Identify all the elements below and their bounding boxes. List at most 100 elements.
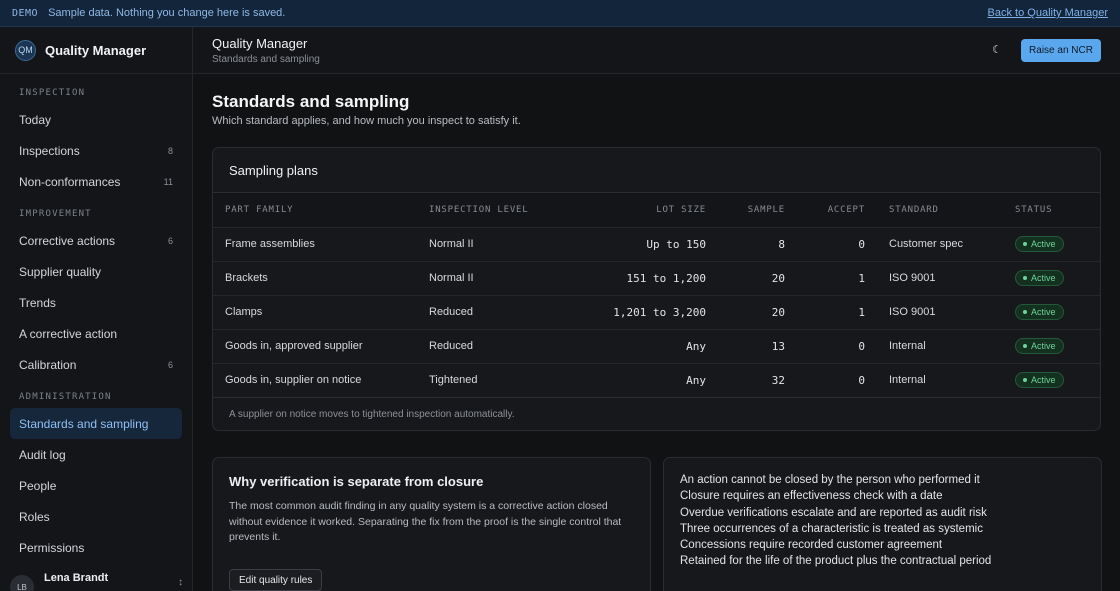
cell-lot: Any (563, 362, 718, 397)
column-header: INSPECTION LEVEL (417, 193, 563, 227)
table-row[interactable]: Clamps Reduced 1,201 to 3,200 20 1 ISO 9001 Ac… (213, 294, 1100, 329)
table-body: Frame assemblies Normal II Up to 150 8 0 Cust… (213, 226, 1100, 397)
cell-accept: 1 (797, 294, 877, 329)
sidebar-item-today[interactable]: Today (10, 104, 182, 135)
table-header-row: PART FAMILY INSPECTION LEVEL LOT SIZE SA… (213, 193, 1100, 227)
cell-level: Reduced (417, 328, 563, 363)
cell-part: Frame assemblies (213, 226, 417, 261)
cell-standard: Internal (877, 328, 1003, 363)
main-content: Standards and sampling Which standard ap… (193, 74, 1120, 591)
header-title: Quality Manager (212, 36, 308, 51)
status-badge: Active (1015, 304, 1064, 320)
sidebar-item-count: 11 (163, 176, 173, 187)
sidebar-item-count: 6 (167, 235, 173, 246)
quality-rule: Closure requires an effectiveness check … (680, 490, 943, 503)
cell-standard: ISO 9001 (877, 294, 1003, 329)
status-label: Active (1031, 239, 1056, 249)
demo-tag: DEMO (12, 7, 39, 19)
cell-lot: 151 to 1,200 (563, 260, 718, 295)
verification-card: Why verification is separate from closur… (212, 457, 651, 591)
page-title: Standards and sampling (212, 92, 410, 111)
status-dot-icon (1023, 378, 1027, 383)
cell-status: Active (1003, 362, 1100, 397)
top-header: Quality Manager Standards and sampling ☾… (193, 27, 1120, 74)
brand[interactable]: QM Quality Manager (0, 27, 192, 74)
moon-icon[interactable]: ☾ (990, 43, 1004, 57)
sidebar-item-label: Supplier quality (19, 264, 102, 279)
cell-accept: 0 (797, 226, 877, 261)
cell-part: Goods in, approved supplier (213, 328, 417, 363)
cell-sample: 20 (718, 260, 797, 295)
sidebar-item-people[interactable]: People (10, 470, 182, 501)
status-dot-icon (1023, 242, 1027, 246)
quality-rule: Retained for the life of the product plu… (680, 555, 992, 568)
verification-title: Why verification is separate from closur… (229, 474, 484, 489)
status-dot-icon (1023, 310, 1027, 314)
sidebar-nav: INSPECTION Today Inspections 8 Non-conforman… (0, 74, 192, 563)
status-badge: Active (1015, 236, 1064, 252)
status-badge: Active (1015, 270, 1064, 286)
cell-status: Active (1003, 260, 1100, 295)
page-subtitle: Which standard applies, and how much you… (212, 115, 521, 127)
cell-sample: 20 (718, 294, 797, 329)
cell-level: Normal II (417, 260, 563, 295)
sidebar-item-trends[interactable]: Trends (10, 287, 182, 318)
sidebar-item-label: Trends (19, 295, 56, 310)
status-dot-icon (1023, 344, 1027, 348)
cell-standard: ISO 9001 (877, 260, 1003, 295)
table-row[interactable]: Goods in, approved supplier Reduced Any 13 0… (213, 328, 1100, 363)
sidebar-item-count: 8 (167, 145, 173, 156)
column-header: ACCEPT (797, 193, 877, 227)
sampling-plans-table: PART FAMILY INSPECTION LEVEL LOT SIZE SA… (213, 193, 1100, 397)
sidebar-item-permissions[interactable]: Permissions (10, 532, 182, 563)
quality-rules-card: An action cannot be closed by the person… (663, 457, 1102, 591)
sidebar-item-count: 6 (167, 359, 173, 370)
sidebar-item-label: Audit log (19, 447, 66, 462)
cell-accept: 0 (797, 362, 877, 397)
table-row[interactable]: Brackets Normal II 151 to 1,200 20 1 ISO 9001… (213, 260, 1100, 295)
sidebar-item-standards-and-sampling[interactable]: Standards and sampling (10, 408, 182, 439)
status-label: Active (1031, 273, 1056, 283)
cell-status: Active (1003, 294, 1100, 329)
table-row[interactable]: Goods in, supplier on notice Tightened Any… (213, 362, 1100, 397)
sidebar-item-label: People (19, 478, 57, 493)
cell-part: Goods in, supplier on notice (213, 362, 417, 397)
cell-part: Brackets (213, 260, 417, 295)
cell-level: Reduced (417, 294, 563, 329)
raise-ncr-button[interactable]: Raise an NCR (1021, 39, 1101, 62)
demo-banner: DEMO Sample data. Nothing you change her… (0, 0, 1120, 27)
sidebar-item-a-corrective-action[interactable]: A corrective action (10, 318, 182, 349)
sidebar-item-supplier-quality[interactable]: Supplier quality (10, 256, 182, 287)
nav-section-title: ADMINISTRATION (19, 392, 112, 402)
sidebar-item-corrective-actions[interactable]: Corrective actions 6 (10, 225, 182, 256)
sidebar-item-audit-log[interactable]: Audit log (10, 439, 182, 470)
brand-name: Quality Manager (45, 42, 147, 58)
sidebar-item-calibration[interactable]: Calibration 6 (10, 349, 182, 380)
status-label: Active (1031, 307, 1056, 317)
cell-level: Tightened (417, 362, 563, 397)
sidebar-item-roles[interactable]: Roles (10, 501, 182, 532)
sidebar-item-non-conformances[interactable]: Non-conformances 11 (10, 166, 182, 197)
sidebar-item-label: Corrective actions (19, 233, 116, 248)
cell-accept: 0 (797, 328, 877, 363)
table-row[interactable]: Frame assemblies Normal II Up to 150 8 0 Cust… (213, 226, 1100, 261)
cell-standard: Customer spec (877, 226, 1003, 261)
collapse-icon[interactable]: ↕ (178, 577, 183, 588)
nav-section-title: IMPROVEMENT (19, 209, 92, 219)
sidebar-item-label: Non-conformances (19, 174, 121, 189)
user-profile[interactable]: LB Lena Brandt ↕ (0, 569, 192, 591)
back-to-quality-manager-link[interactable]: Back to Quality Manager (988, 7, 1108, 19)
quality-rule: Concessions require recorded customer ag… (680, 539, 943, 552)
cell-part: Clamps (213, 294, 417, 329)
user-name: Lena Brandt (44, 572, 109, 584)
header-subtitle: Standards and sampling (212, 54, 320, 65)
cell-accept: 1 (797, 260, 877, 295)
sampling-footnote: A supplier on notice moves to tightened … (213, 397, 1100, 430)
verification-body: The most common audit finding in any qua… (229, 500, 622, 543)
quality-rule: Three occurrences of a characteristic is… (680, 522, 983, 535)
sampling-plans-card: Sampling plans PART FAMILY INSPECTION LE… (212, 147, 1101, 431)
sidebar-item-inspections[interactable]: Inspections 8 (10, 135, 182, 166)
edit-quality-rules-button[interactable]: Edit quality rules (229, 569, 323, 591)
